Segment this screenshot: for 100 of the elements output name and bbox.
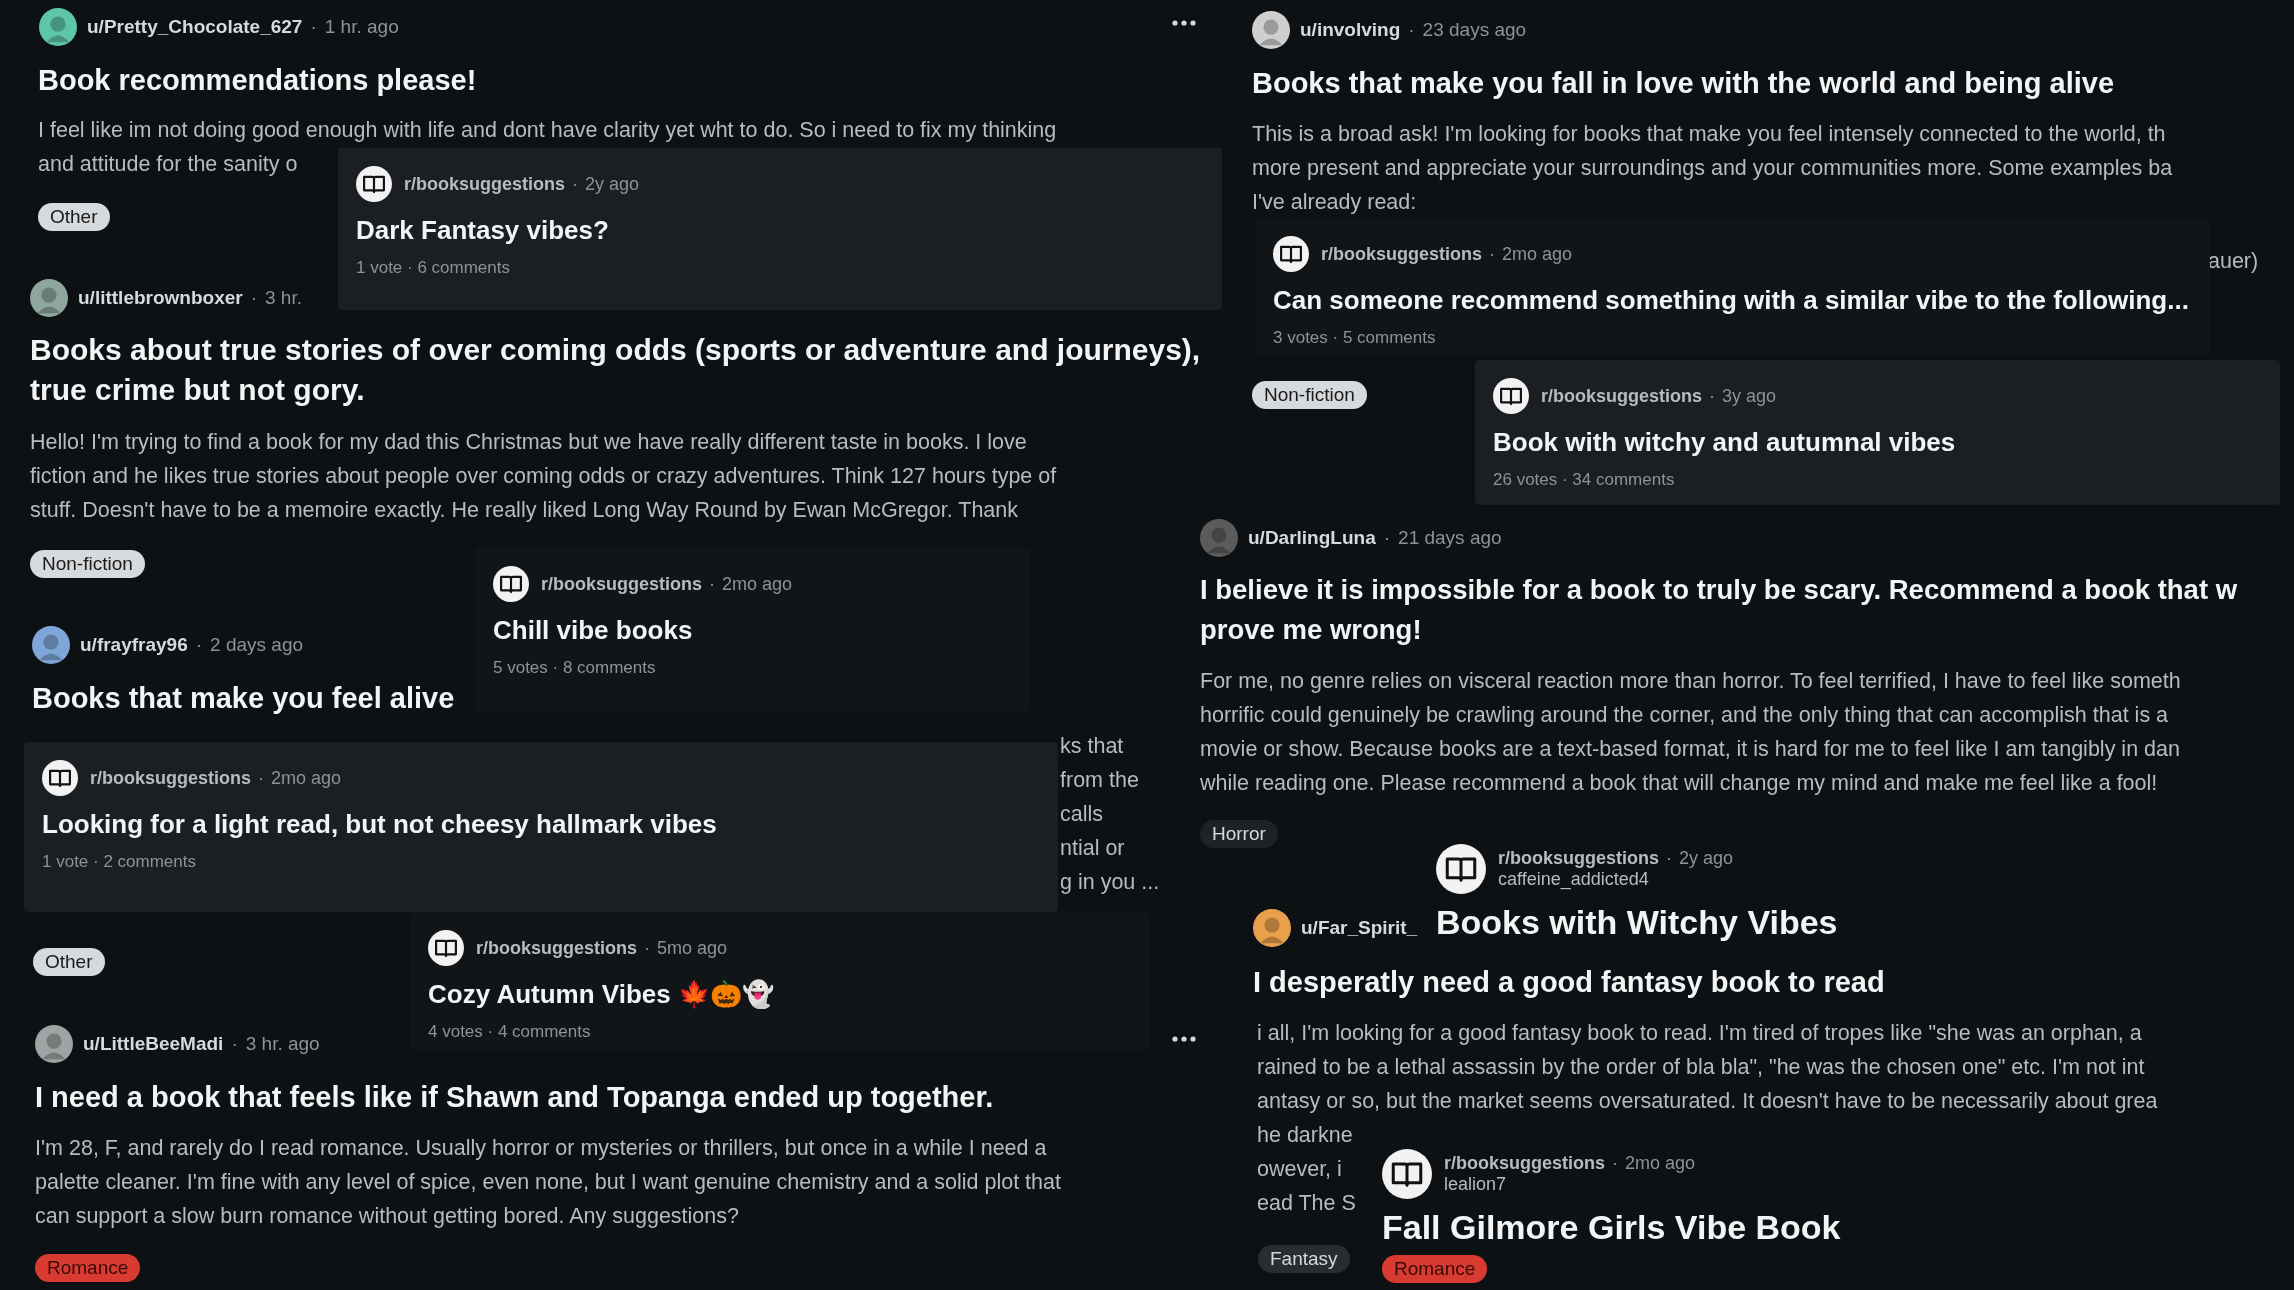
separator-dot: · <box>258 767 264 789</box>
separator-dot: · <box>1383 527 1391 549</box>
subreddit-link[interactable]: r/booksuggestions <box>90 767 251 789</box>
flair-tag[interactable]: Horror <box>1200 820 1278 848</box>
post-age: 2 days ago <box>210 634 304 656</box>
avatar-icon[interactable] <box>32 626 70 664</box>
separator-dot: · <box>195 634 203 656</box>
book-icon[interactable] <box>493 566 529 602</box>
post-title[interactable]: Book with witchy and autumnal vibes <box>1493 424 2262 460</box>
flair-tag[interactable]: Romance <box>1382 1255 1488 1283</box>
post-text: palette cleaner. I'm fine with any level of spice, even none, but I want genuine chemistry and a solid plot that <box>35 1169 1061 1196</box>
subreddit-link[interactable]: r/booksuggestions <box>541 573 702 595</box>
book-icon[interactable] <box>428 930 464 966</box>
book-icon[interactable] <box>356 166 392 202</box>
username-link[interactable]: u/LittleBeeMadi <box>83 1033 224 1055</box>
post-age: 3 hr. ago <box>245 1033 320 1055</box>
post-title[interactable]: Dark Fantasy vibes? <box>356 212 1204 248</box>
post-text: i all, I'm looking for a good fantasy book to read. I'm tired of tropes like "she was an orphan, a <box>1257 1020 2142 1047</box>
book-icon[interactable] <box>42 760 78 796</box>
post-text: from the <box>1060 767 1139 794</box>
post-age: 2mo ago <box>1625 1153 1696 1174</box>
post-text: fiction and he likes true stories about people over coming odds or crazy adventures. Think 127 hours type of <box>30 463 1057 490</box>
post-age: 21 days ago <box>1398 527 1502 549</box>
post-title[interactable]: I believe it is impossible for a book to truly be scary. Recommend a book that w <box>1200 570 2238 610</box>
post-title[interactable]: Cozy Autumn Vibes 🍁🎃👻 <box>428 976 1132 1012</box>
post-text: movie or show. Because books are a text-based format, it is hard for me to feel like I am tangibly in dan <box>1200 736 2180 763</box>
post-title[interactable]: Books with Witchy Vibes <box>1436 900 1864 944</box>
flair-tag[interactable]: Non-fiction <box>30 550 145 578</box>
book-icon[interactable] <box>1493 378 1529 414</box>
post-title[interactable]: Fall Gilmore Girls Vibe Book <box>1382 1205 1890 1249</box>
username-link[interactable]: caffeine_addicted4 <box>1498 869 1734 890</box>
post-age: 5mo ago <box>657 937 728 959</box>
vote-count: 5 votes · 8 comments <box>493 658 657 678</box>
avatar-icon[interactable] <box>39 8 77 46</box>
subreddit-link[interactable]: r/booksuggestions <box>404 173 565 195</box>
avatar-icon[interactable] <box>30 279 68 317</box>
separator-dot: · <box>250 287 257 309</box>
post-title[interactable]: Books that make you fall in love with the world and being alive <box>1252 63 2115 103</box>
post-text: and attitude for the sanity o <box>38 151 298 178</box>
subreddit-link[interactable]: r/booksuggestions <box>1444 1153 1605 1174</box>
subreddit-link[interactable]: r/booksuggestions <box>476 937 637 959</box>
username-link[interactable]: lealion7 <box>1444 1174 1696 1195</box>
username-link[interactable]: u/involving <box>1300 19 1401 41</box>
subreddit-link[interactable]: r/booksuggestions <box>1541 385 1702 407</box>
avatar-icon[interactable] <box>1253 909 1291 947</box>
vote-count: 1 vote · 2 comments <box>42 852 197 872</box>
more-icon[interactable] <box>1172 20 1196 26</box>
post-title[interactable]: Can someone recommend something with a similar vibe to the following... <box>1273 282 2192 318</box>
post-text: calls <box>1060 801 1103 828</box>
username-link[interactable]: u/littlebrownboxer <box>78 287 243 309</box>
post-title[interactable]: Book recommendations please! <box>38 60 477 100</box>
separator-dot: · <box>644 937 650 959</box>
post-title[interactable]: I need a book that feels like if Shawn and Topanga ended up together. <box>35 1077 994 1117</box>
post-age: 2mo ago <box>722 573 793 595</box>
avatar-icon[interactable] <box>35 1025 73 1063</box>
post-title[interactable]: true crime but not gory. <box>30 370 1201 410</box>
post-title[interactable]: Books that make you feel alive <box>32 678 455 718</box>
separator-dot: · <box>572 173 578 195</box>
separator-dot: · <box>1489 243 1495 265</box>
post-title[interactable]: Books about true stories of over coming odds (sports or adventure and journeys), <box>30 330 1201 370</box>
post-text: g in you ... <box>1060 869 1160 896</box>
post-age: 1 hr. ago <box>324 16 399 38</box>
subreddit-link[interactable]: r/booksuggestions <box>1321 243 1482 265</box>
post-age: 2y ago <box>585 173 640 195</box>
post-age: 3 hr. <box>265 287 302 309</box>
post-text: can support a slow burn romance without getting bored. Any suggestions? <box>35 1203 739 1230</box>
post-text: For me, no genre relies on visceral reaction more than horror. To feel terrified, I have to feel like someth <box>1200 668 2181 695</box>
flair-tag[interactable]: Non-fiction <box>1252 381 1367 409</box>
username-link[interactable]: u/frayfray96 <box>80 634 188 656</box>
separator-dot: · <box>1612 1153 1618 1174</box>
post-title[interactable]: prove me wrong! <box>1200 610 2238 650</box>
post-age: 23 days ago <box>1422 19 1527 41</box>
post-text: auer) <box>2208 248 2259 275</box>
flair-tag[interactable]: Other <box>33 948 105 976</box>
post-text: I feel like im not doing good enough with life and dont have clarity yet wht to do. So i need to fix my thinking <box>38 117 1057 144</box>
post-text: stuff. Doesn't have to be a memoire exactly. He really liked Long Way Round by Ewan McGregor. Thank <box>30 497 1018 524</box>
post-title[interactable]: I desperatly need a good fantasy book to read <box>1253 962 1885 1002</box>
separator-dot: · <box>709 573 715 595</box>
flair-tag[interactable]: Romance <box>35 1254 141 1282</box>
post-text: ntial or <box>1060 835 1125 862</box>
post-text: ead The S <box>1257 1190 1356 1217</box>
vote-count: 3 votes · 5 comments <box>1273 328 1437 348</box>
book-icon[interactable] <box>1436 844 1486 894</box>
vote-count: 1 vote · 6 comments <box>356 258 511 278</box>
post-text: while reading one. Please recommend a book that will change my mind and make me feel like a fool! <box>1200 770 2158 797</box>
flair-tag[interactable]: Fantasy <box>1258 1245 1350 1273</box>
vote-count: 26 votes · 34 comments <box>1493 470 1676 490</box>
avatar-icon[interactable] <box>1252 11 1290 49</box>
post-title[interactable]: Chill vibe books <box>493 612 1012 648</box>
book-icon[interactable] <box>1382 1149 1432 1199</box>
post-text: ks that <box>1060 733 1124 760</box>
subreddit-link[interactable]: r/booksuggestions <box>1498 848 1659 869</box>
username-link[interactable]: u/Far_Spirit_ <box>1301 917 1418 939</box>
username-link[interactable]: u/Pretty_Chocolate_627 <box>87 16 303 38</box>
username-link[interactable]: u/DarlingLuna <box>1248 527 1376 549</box>
flair-tag[interactable]: Other <box>38 203 110 231</box>
post-text: owever, i <box>1257 1156 1342 1183</box>
post-title[interactable]: Looking for a light read, but not cheesy hallmark vibes <box>42 806 1040 842</box>
book-icon[interactable] <box>1273 236 1309 272</box>
more-icon[interactable] <box>1172 1036 1196 1042</box>
